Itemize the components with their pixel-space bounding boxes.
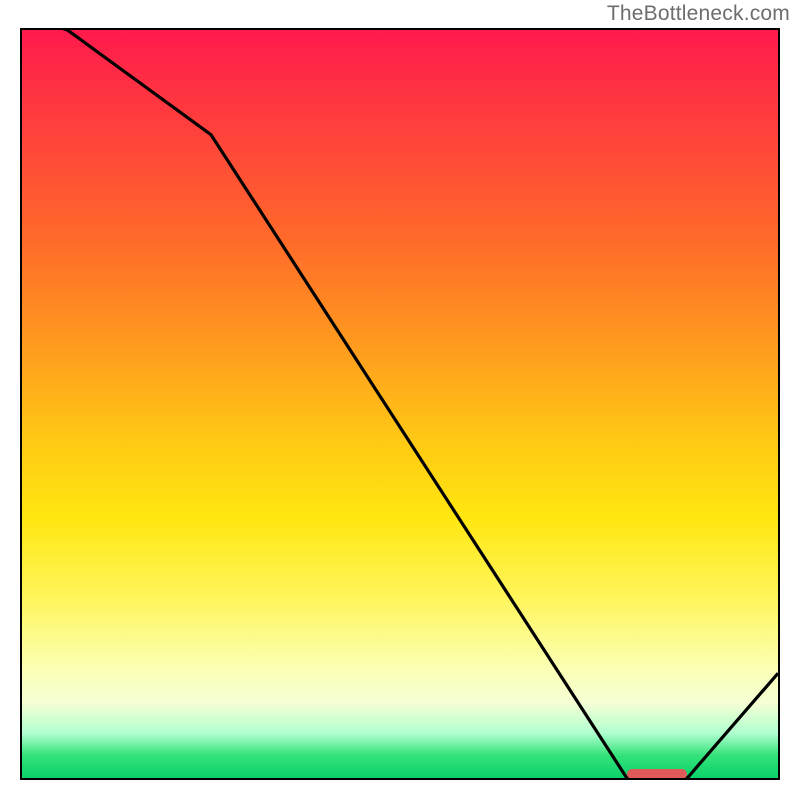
plot-area	[20, 28, 780, 780]
bottleneck-curve	[22, 30, 778, 778]
watermark-text: TheBottleneck.com	[607, 2, 790, 26]
chart-stage: TheBottleneck.com	[0, 0, 800, 800]
optimum-marker	[627, 769, 687, 779]
